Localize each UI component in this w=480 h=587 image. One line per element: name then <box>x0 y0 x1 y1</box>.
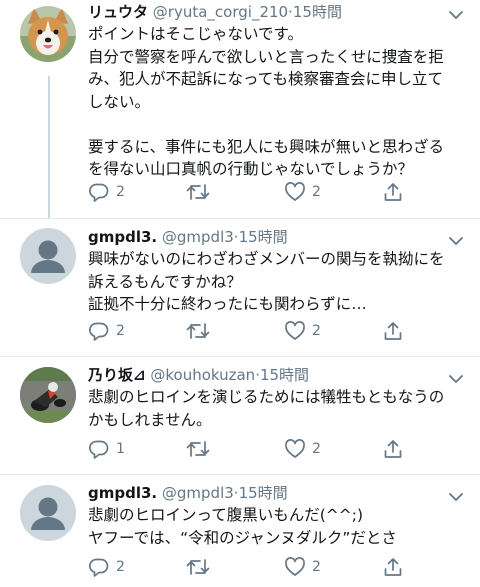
display-name[interactable]: gmpdl3. <box>88 484 157 502</box>
like-icon <box>284 181 306 203</box>
default-user-avatar[interactable] <box>20 485 76 541</box>
tweet[interactable]: 乃り坂⊿ @kouhokuzan·15時間 悲劇のヒロインを演じるためには犠牲も… <box>0 357 480 475</box>
tweet[interactable]: gmpdl3. @gmpdl3·15時間 興味がないのにわざわざメンバーの関与を… <box>0 219 480 357</box>
timestamp[interactable]: 15時間 <box>293 3 342 21</box>
default-user-avatar[interactable] <box>20 228 76 284</box>
like-button[interactable]: 2 <box>284 180 321 204</box>
reply-count: 2 <box>116 559 125 575</box>
reply-icon <box>88 556 110 578</box>
reply-count: 1 <box>116 441 125 457</box>
retweet-button[interactable] <box>186 319 216 343</box>
tweet[interactable]: リュウタ @ryuta_corgi_210·15時間 ポイントはそこじゃないです… <box>0 0 480 219</box>
reply-button[interactable]: 2 <box>88 180 125 204</box>
tweet[interactable]: gmpdl3. @gmpdl3·15時間 悲劇のヒロインって腹黒いもんだ(^^;… <box>0 475 480 587</box>
reply-icon <box>88 438 110 460</box>
tweet-actions: 1 2 <box>88 437 468 461</box>
caret-down-icon[interactable] <box>448 370 464 383</box>
retweet-icon <box>186 320 210 342</box>
share-button[interactable] <box>382 437 404 461</box>
like-icon <box>284 320 306 342</box>
tweet-actions: 2 2 <box>88 319 468 343</box>
like-button[interactable]: 2 <box>284 437 321 461</box>
tweet-text: ポイントはそこじゃないです。 自分で警察を呼んで欲しいと言ったくせに捜査を拒 み… <box>88 25 445 178</box>
user-handle[interactable]: @ryuta_corgi_210 <box>153 3 288 21</box>
retweet-button[interactable] <box>186 555 216 579</box>
thread-line <box>48 76 50 219</box>
share-icon <box>382 556 404 578</box>
motorcycle-racer-avatar[interactable] <box>20 367 76 423</box>
display-name[interactable]: gmpdl3. <box>88 228 157 246</box>
user-handle[interactable]: @gmpdl3 <box>162 228 234 246</box>
caret-down-icon[interactable] <box>448 488 464 501</box>
timestamp[interactable]: 15時間 <box>239 228 288 246</box>
display-name[interactable]: リュウタ <box>88 3 148 21</box>
share-button[interactable] <box>382 180 404 204</box>
timestamp[interactable]: 15時間 <box>260 366 309 384</box>
like-count: 2 <box>312 441 321 457</box>
like-count: 2 <box>312 184 321 200</box>
reply-button[interactable]: 2 <box>88 319 125 343</box>
user-handle[interactable]: @kouhokuzan <box>150 366 255 384</box>
caret-down-icon[interactable] <box>448 232 464 245</box>
tweet-header: 乃り坂⊿ @kouhokuzan·15時間 <box>88 365 464 385</box>
retweet-icon <box>186 556 210 578</box>
tweet-header: gmpdl3. @gmpdl3·15時間 <box>88 227 464 247</box>
retweet-button[interactable] <box>186 180 216 204</box>
retweet-button[interactable] <box>186 437 216 461</box>
reply-count: 2 <box>116 184 125 200</box>
reply-icon <box>88 320 110 342</box>
corgi-avatar[interactable] <box>20 6 76 62</box>
share-icon <box>382 181 404 203</box>
share-button[interactable] <box>382 319 404 343</box>
tweet-header: リュウタ @ryuta_corgi_210·15時間 <box>88 2 464 22</box>
like-icon <box>284 438 306 460</box>
timestamp[interactable]: 15時間 <box>239 484 288 502</box>
reply-icon <box>88 181 110 203</box>
user-handle[interactable]: @gmpdl3 <box>162 484 234 502</box>
display-name[interactable]: 乃り坂⊿ <box>88 366 146 384</box>
caret-down-icon[interactable] <box>448 6 464 19</box>
like-icon <box>284 556 306 578</box>
share-button[interactable] <box>382 555 404 579</box>
tweet-actions: 2 2 <box>88 555 468 579</box>
tweet-text: 悲劇のヒロインって腹黒いもんだ(^^;) ヤフーでは、“令和のジャンヌダルク”だ… <box>88 506 397 547</box>
tweet-actions: 2 2 <box>88 180 468 204</box>
like-count: 2 <box>312 323 321 339</box>
like-button[interactable]: 2 <box>284 319 321 343</box>
share-icon <box>382 320 404 342</box>
like-count: 2 <box>312 559 321 575</box>
reply-count: 2 <box>116 323 125 339</box>
like-button[interactable]: 2 <box>284 555 321 579</box>
share-icon <box>382 438 404 460</box>
tweet-header: gmpdl3. @gmpdl3·15時間 <box>88 483 464 503</box>
tweet-text: 悲劇のヒロインを演じるためには犠牲もともなうの かもしれません。 <box>88 388 445 429</box>
tweet-text: 興味がないのにわざわざメンバーの関与を執拗にを 訴えるもんですかね？ 証拠不十分… <box>88 250 445 313</box>
retweet-icon <box>186 181 210 203</box>
reply-button[interactable]: 1 <box>88 437 125 461</box>
reply-button[interactable]: 2 <box>88 555 125 579</box>
retweet-icon <box>186 438 210 460</box>
